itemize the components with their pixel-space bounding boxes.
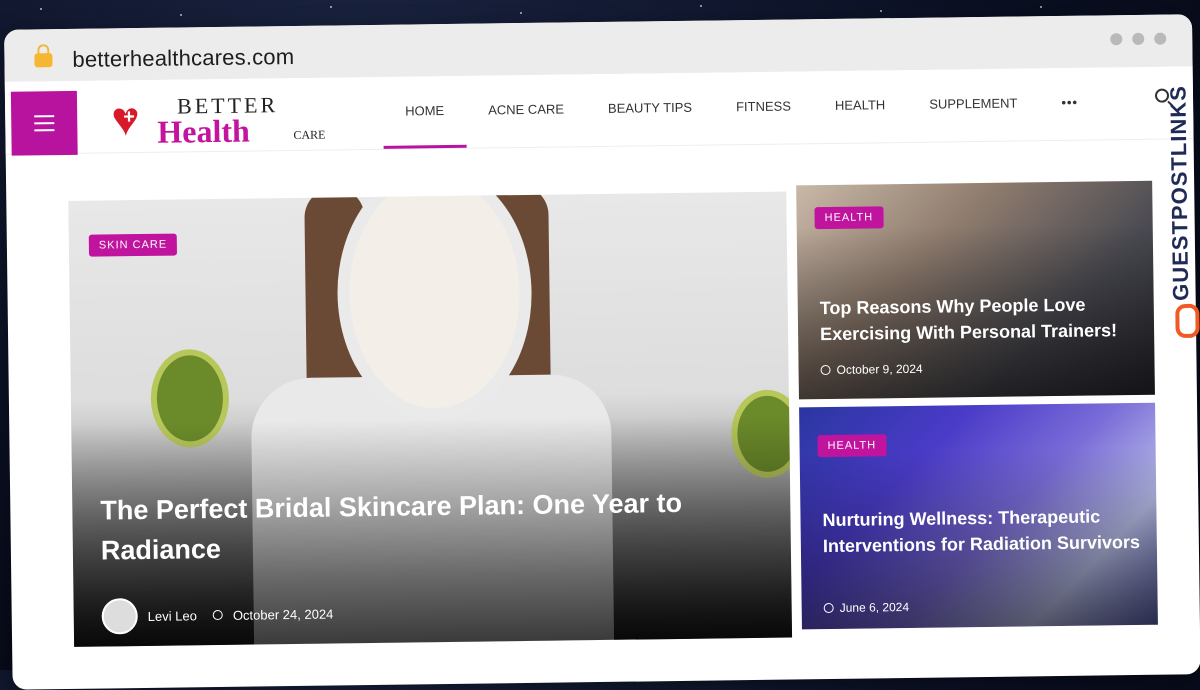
nav-item-fitness[interactable]: FITNESS (714, 71, 814, 144)
avatar[interactable] (101, 598, 138, 635)
clock-icon (823, 602, 834, 614)
featured-post-title[interactable]: The Perfect Bridal Skincare Plan: One Ye… (100, 482, 741, 570)
side-post-card[interactable]: HEALTH Top Reasons Why People Love Exerc… (796, 180, 1155, 400)
post-meta: October 9, 2024 (820, 361, 923, 377)
nav-item-home[interactable]: HOME (383, 76, 467, 149)
logo-care-text: CARE (293, 127, 326, 142)
window-dot[interactable] (1110, 33, 1123, 46)
more-menu-icon[interactable]: ••• (1039, 67, 1101, 140)
post-date: June 6, 2024 (839, 599, 910, 615)
post-date: October 9, 2024 (836, 361, 923, 377)
category-badge[interactable]: SKIN CARE (88, 233, 178, 257)
side-post-card[interactable]: HEALTH Nurturing Wellness: Therapeutic I… (799, 402, 1158, 630)
nav-item-beauty-tips[interactable]: BEAUTY TIPS (586, 72, 715, 146)
lock-icon (34, 53, 53, 68)
site-logo[interactable]: ♥ + BETTER Health CARE (109, 85, 340, 150)
clock-icon (212, 609, 223, 621)
window-dot[interactable] (1132, 32, 1145, 46)
post-meta: June 6, 2024 (823, 599, 910, 615)
nav-item-supplement[interactable]: SUPPLEMENT (907, 68, 1040, 142)
author-name[interactable]: Levi Leo (148, 608, 197, 624)
category-badge[interactable]: HEALTH (814, 206, 884, 230)
main-nav: HOME ACNE CARE BEAUTY TIPS FITNESS HEALT… (383, 67, 1101, 148)
post-date: October 24, 2024 (232, 606, 334, 623)
window-dot[interactable] (1154, 32, 1167, 45)
window-controls (1110, 32, 1167, 46)
plus-icon: + (123, 106, 136, 129)
clock-icon (820, 364, 831, 376)
nav-item-health[interactable]: HEALTH (812, 70, 907, 143)
nav-item-acne-care[interactable]: ACNE CARE (466, 74, 587, 148)
side-post-title[interactable]: Nurturing Wellness: Therapeutic Interven… (822, 503, 1143, 559)
site-header: ♥ + BETTER Health CARE HOME ACNE CARE BE… (4, 66, 1194, 156)
hamburger-menu-button[interactable] (10, 90, 78, 156)
category-badge[interactable]: HEALTH (817, 434, 887, 458)
side-post-title[interactable]: Top Reasons Why People Love Exercising W… (820, 291, 1141, 347)
browser-window: betterhealthcares.com ♥ + BETTER Health … (4, 14, 1200, 690)
featured-post[interactable]: SKIN CARE The Perfect Bridal Skincare Pl… (68, 191, 793, 647)
watermark-brand: GUESTPOSTLINKS (1158, 60, 1200, 360)
watermark-text: GUESTPOSTLINKS (1165, 85, 1194, 302)
link-chain-icon (1175, 303, 1200, 339)
url-text[interactable]: betterhealthcares.com (72, 44, 294, 73)
logo-health-text: Health (157, 112, 251, 150)
post-meta: Levi Leo October 24, 2024 (101, 596, 334, 635)
